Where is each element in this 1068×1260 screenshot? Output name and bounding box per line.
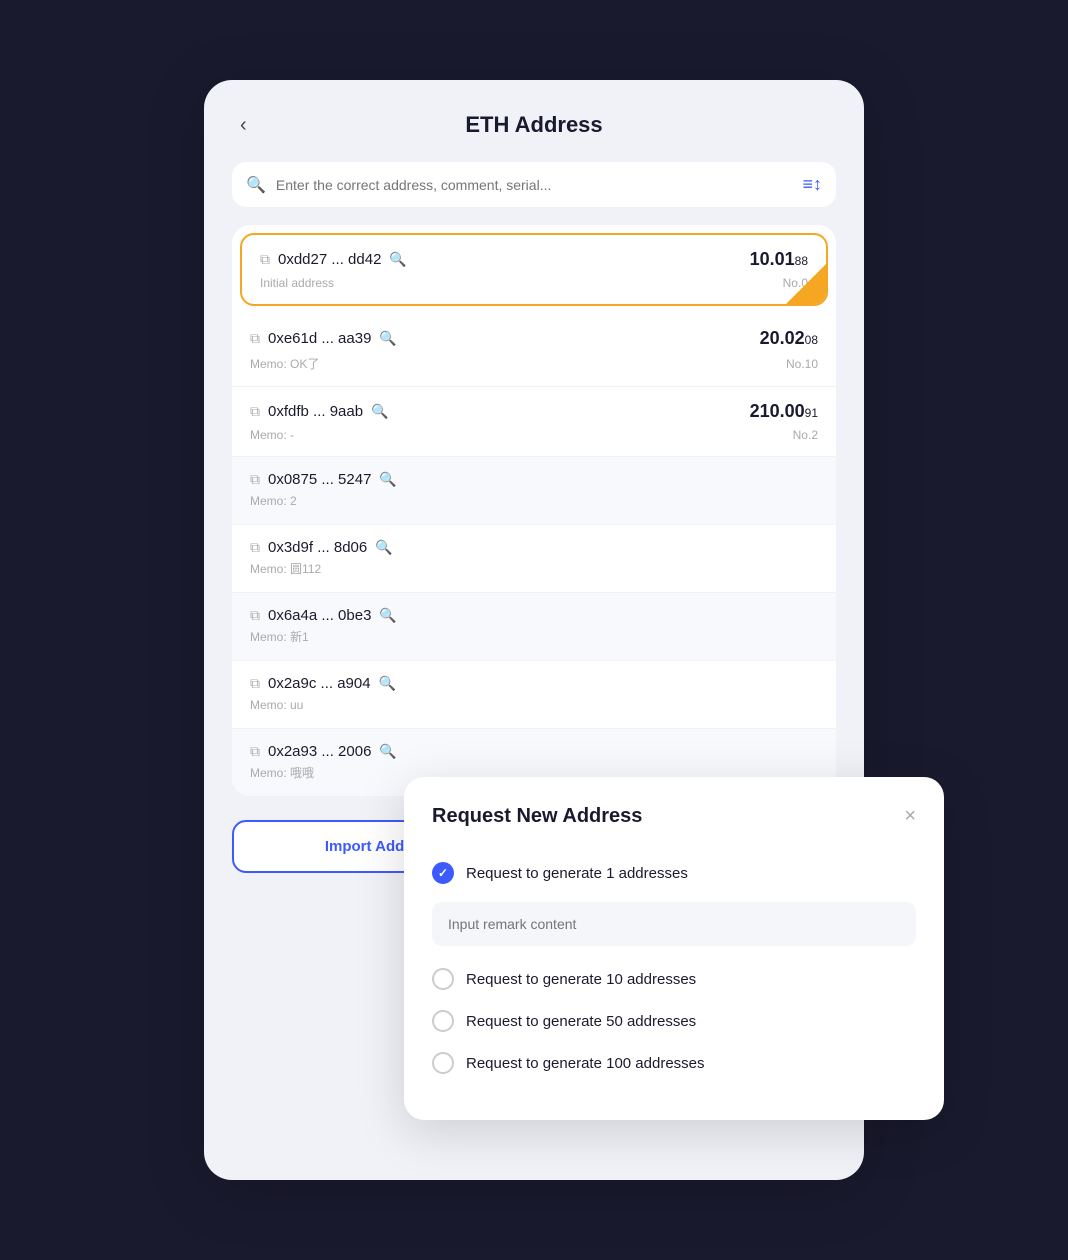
- copy-icon-8[interactable]: ⧉: [250, 743, 260, 760]
- copy-icon-4[interactable]: ⧉: [250, 471, 260, 488]
- address-item-6[interactable]: ⧉ 0x6a4a ... 0be3 🔍 Memo: 新1: [232, 593, 836, 661]
- page-title: ETH Address: [465, 112, 602, 138]
- memo-2: Memo: OK了: [250, 355, 319, 372]
- address-list: ⧉ 0xdd27 ... dd42 🔍 10.0188 Initial addr…: [232, 225, 836, 796]
- header: ‹ ETH Address: [232, 112, 836, 138]
- radio-option-4[interactable]: Request to generate 100 addresses: [432, 1042, 916, 1084]
- address-text-3: 0xfdfb ... 9aab: [268, 403, 363, 420]
- amount-main-2: 20.0208: [760, 328, 818, 348]
- address-text-2: 0xe61d ... aa39: [268, 330, 371, 347]
- modal-title: Request New Address: [432, 805, 642, 828]
- memo-5: Memo: 圆112: [250, 562, 321, 576]
- radio-label-4: Request to generate 100 addresses: [466, 1055, 705, 1072]
- memo-8: Memo: 哦哦: [250, 766, 314, 780]
- radio-circle-4: [432, 1052, 454, 1074]
- search-addr-icon-8[interactable]: 🔍: [379, 743, 396, 760]
- search-icon: 🔍: [246, 175, 266, 195]
- radio-label-3: Request to generate 50 addresses: [466, 1013, 696, 1030]
- address-item-1[interactable]: ⧉ 0xdd27 ... dd42 🔍 10.0188 Initial addr…: [240, 233, 828, 306]
- search-addr-icon-3[interactable]: 🔍: [371, 403, 388, 420]
- search-addr-icon-4[interactable]: 🔍: [379, 471, 396, 488]
- remark-input[interactable]: [432, 902, 916, 946]
- radio-option-1[interactable]: Request to generate 1 addresses: [432, 852, 916, 894]
- radio-option-2[interactable]: Request to generate 10 addresses: [432, 958, 916, 1000]
- filter-icon: ≡↕: [802, 174, 822, 195]
- no-label-3: No.2: [793, 428, 818, 442]
- modal-header: Request New Address ×: [432, 805, 916, 828]
- address-item-7[interactable]: ⧉ 0x2a9c ... a904 🔍 Memo: uu: [232, 661, 836, 729]
- search-addr-icon-7[interactable]: 🔍: [379, 675, 396, 692]
- copy-icon-2[interactable]: ⧉: [250, 330, 260, 347]
- search-addr-icon-6[interactable]: 🔍: [379, 607, 396, 624]
- memo-6: Memo: 新1: [250, 630, 309, 644]
- no-label-2: No.10: [786, 357, 818, 371]
- memo-3: Memo: -: [250, 428, 294, 442]
- memo-4: Memo: 2: [250, 494, 297, 508]
- radio-circle-3: [432, 1010, 454, 1032]
- search-bar: 🔍 ≡↕: [232, 162, 836, 207]
- address-text-8: 0x2a93 ... 2006: [268, 743, 371, 760]
- radio-circle-1: [432, 862, 454, 884]
- radio-circle-2: [432, 968, 454, 990]
- request-address-modal: Request New Address × Request to generat…: [404, 777, 944, 1120]
- radio-label-1: Request to generate 1 addresses: [466, 865, 688, 882]
- address-text-6: 0x6a4a ... 0be3: [268, 607, 371, 624]
- copy-icon-6[interactable]: ⧉: [250, 607, 260, 624]
- address-item-2[interactable]: ⧉ 0xe61d ... aa39 🔍 20.0208 Memo: OK了 No…: [232, 314, 836, 387]
- search-addr-icon-1[interactable]: 🔍: [389, 251, 406, 268]
- modal-close-button[interactable]: ×: [904, 805, 916, 828]
- copy-icon-1[interactable]: ⧉: [260, 251, 270, 268]
- search-addr-icon-5[interactable]: 🔍: [375, 539, 392, 556]
- copy-icon-5[interactable]: ⧉: [250, 539, 260, 556]
- main-card: ‹ ETH Address 🔍 ≡↕ ⧉ 0xdd27 ... dd42 🔍 1…: [204, 80, 864, 1180]
- address-text-5: 0x3d9f ... 8d06: [268, 539, 367, 556]
- memo-1: Initial address: [260, 276, 334, 290]
- address-text-1: 0xdd27 ... dd42: [278, 251, 381, 268]
- address-text-7: 0x2a9c ... a904: [268, 675, 371, 692]
- radio-label-2: Request to generate 10 addresses: [466, 971, 696, 988]
- radio-option-3[interactable]: Request to generate 50 addresses: [432, 1000, 916, 1042]
- address-item-5[interactable]: ⧉ 0x3d9f ... 8d06 🔍 Memo: 圆112: [232, 525, 836, 593]
- filter-button[interactable]: ≡↕: [802, 174, 822, 195]
- search-input[interactable]: [276, 177, 793, 193]
- copy-icon-3[interactable]: ⧉: [250, 403, 260, 420]
- memo-7: Memo: uu: [250, 698, 303, 712]
- address-item-4[interactable]: ⧉ 0x0875 ... 5247 🔍 Memo: 2: [232, 457, 836, 525]
- corner-tag-1: [786, 264, 826, 304]
- amount-main-3: 210.0091: [750, 401, 818, 421]
- search-addr-icon-2[interactable]: 🔍: [379, 330, 396, 347]
- back-button[interactable]: ‹: [232, 110, 255, 141]
- address-text-4: 0x0875 ... 5247: [268, 471, 371, 488]
- address-item-3[interactable]: ⧉ 0xfdfb ... 9aab 🔍 210.0091 Memo: - No.…: [232, 387, 836, 457]
- copy-icon-7[interactable]: ⧉: [250, 675, 260, 692]
